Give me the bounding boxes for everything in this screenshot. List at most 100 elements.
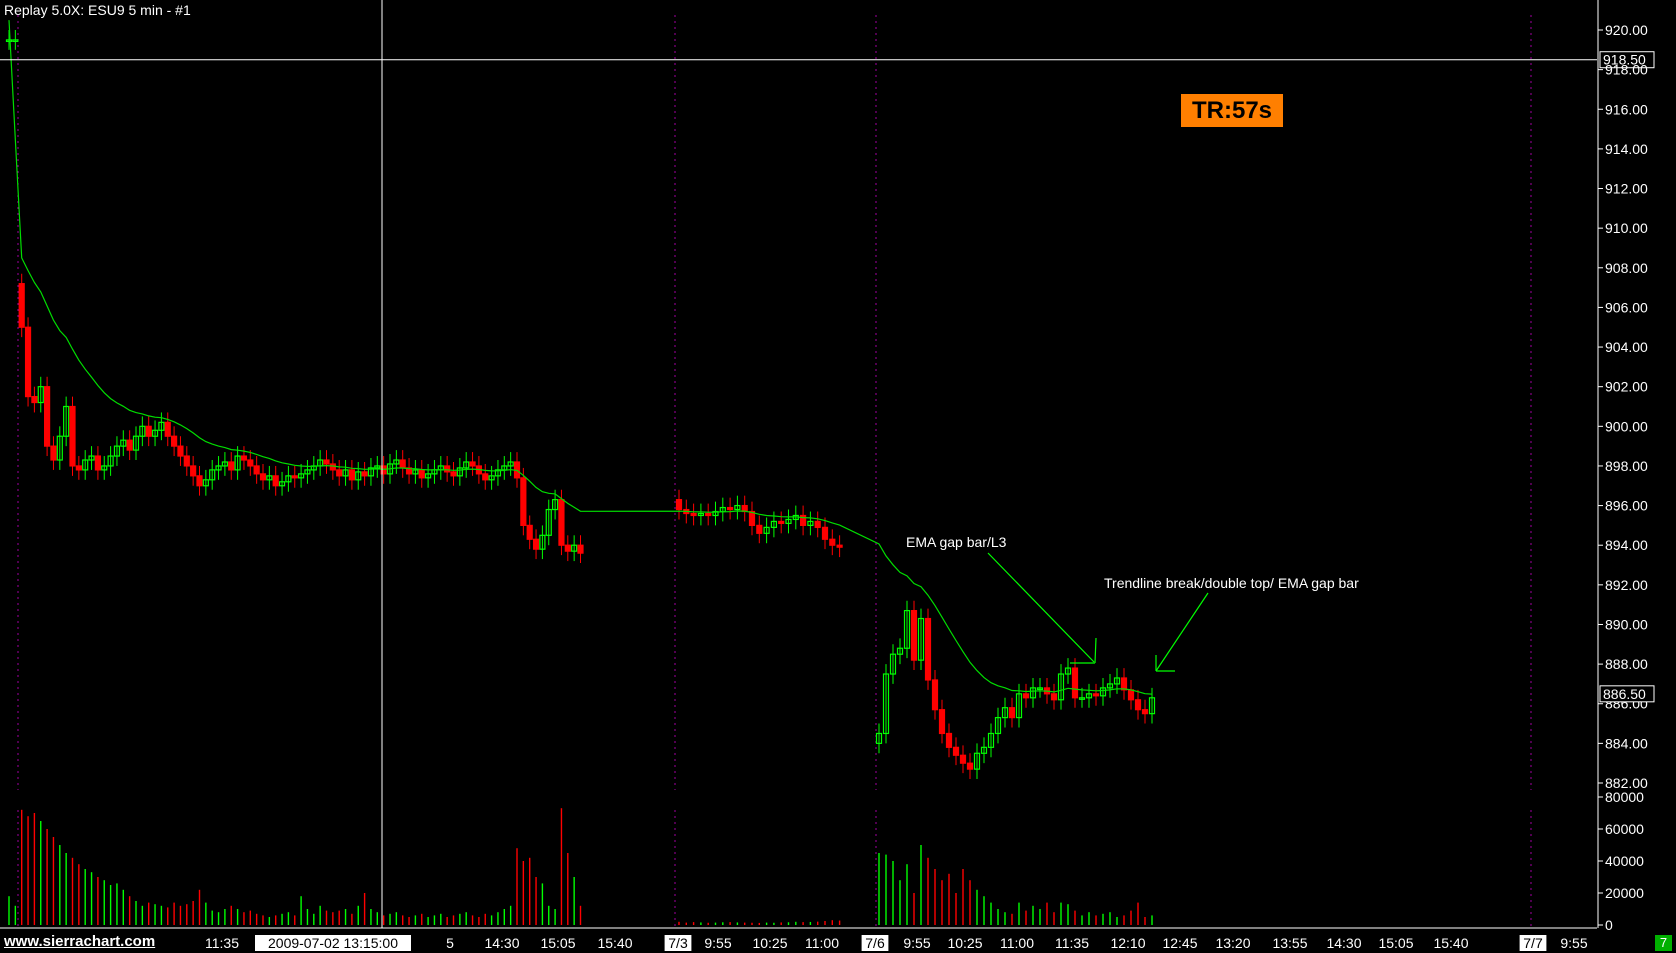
timer-badge: TR:57s [1181, 94, 1283, 127]
time-tick-label: 7/6 [865, 935, 885, 951]
price-tick-label: 900.00 [1605, 418, 1648, 434]
candle-body [1141, 709, 1149, 715]
volume-tick-label: 40000 [1605, 853, 1644, 869]
price-tick-label: 908.00 [1605, 260, 1648, 276]
candle-body [748, 510, 756, 526]
candle-body [240, 455, 248, 461]
candle-body [577, 544, 584, 554]
candle-body [348, 469, 355, 481]
time-tick-label: 10:25 [947, 935, 982, 951]
annotation-trendline: Trendline break/double top/ EMA gap bar [1104, 575, 1359, 591]
candle-body [705, 512, 712, 517]
candle-body [18, 283, 25, 328]
candle-body [69, 405, 76, 467]
brand-link[interactable]: www.sierrachart.com [0, 932, 184, 953]
candle-body [1134, 699, 1142, 711]
time-tick-label: 2009-07-02 13:15:00 [268, 935, 398, 951]
candle-body [482, 473, 489, 481]
price-tick-label: 892.00 [1605, 577, 1648, 593]
candle-body [726, 506, 734, 511]
candle-body [564, 544, 571, 552]
time-tick-label: 11:35 [205, 935, 239, 951]
candle-body [532, 538, 540, 550]
candle-body [520, 477, 527, 526]
time-tick-label: 12:10 [1110, 935, 1145, 951]
time-tick-label: 15:40 [597, 935, 632, 951]
price-tick-label: 906.00 [1605, 299, 1648, 315]
price-tick-label: 898.00 [1605, 458, 1648, 474]
time-tick-label: 10:25 [752, 935, 787, 951]
candle-body [399, 459, 406, 469]
candle-body [821, 526, 829, 540]
time-tick-label: 12:45 [1162, 935, 1197, 951]
volume-tick-label: 80000 [1605, 789, 1644, 805]
time-tick-label: 13:55 [1272, 935, 1307, 951]
price-tick-label: 896.00 [1605, 498, 1648, 514]
candle-body [323, 459, 330, 465]
candle-body [450, 471, 457, 477]
time-tick-label: 14:30 [484, 935, 519, 951]
candle-body [94, 455, 102, 471]
candle-body [945, 732, 953, 748]
time-tick-label: 15:05 [540, 935, 575, 951]
candle-body [558, 499, 565, 546]
candle-body [938, 709, 946, 735]
time-tick-label: 11:35 [1055, 935, 1089, 951]
price-tick-label: 918.00 [1605, 62, 1648, 78]
candle-body [43, 386, 51, 447]
chart-title: Replay 5.0X: ESU9 5 min - #1 [4, 2, 191, 18]
candle-body [329, 463, 336, 471]
candle-body [829, 538, 836, 546]
candle-body [31, 395, 38, 404]
candle-body [259, 473, 267, 481]
candle-body [444, 465, 451, 473]
time-tick-label: 14:30 [1326, 935, 1361, 951]
time-tick-label: 9:55 [1560, 935, 1587, 951]
price-tick-label: 884.00 [1605, 735, 1648, 751]
candle-body [836, 544, 843, 548]
candle-body [336, 469, 343, 477]
candle-body [196, 475, 203, 487]
last-price-label: 886.50 [1603, 686, 1646, 702]
candle-body [931, 679, 939, 711]
candle-body [675, 499, 683, 511]
time-tick-label: 7/3 [668, 935, 688, 951]
candle-body [966, 762, 974, 770]
price-chart[interactable]: Replay 5.0X: ESU9 5 min - #1 918.50 920.… [0, 0, 1676, 953]
candle-body [1127, 689, 1135, 701]
annotation-ema-gap: EMA gap bar/L3 [906, 534, 1007, 550]
candle-body [272, 475, 279, 487]
price-tick-label: 904.00 [1605, 339, 1648, 355]
candle-body [469, 461, 476, 467]
candle-body [177, 445, 184, 457]
price-tick-label: 888.00 [1605, 656, 1648, 672]
candle-body [75, 465, 82, 471]
candle-body [145, 425, 152, 437]
time-tick-label: 9:55 [704, 935, 731, 951]
time-tick-label: 7/7 [1523, 935, 1543, 951]
candle-body [171, 435, 178, 447]
candle-body [183, 455, 190, 467]
candle-body [1120, 677, 1128, 691]
price-tick-label: 914.00 [1605, 141, 1648, 157]
candle-body [291, 475, 298, 479]
candle-body [1071, 667, 1079, 699]
price-tick-label: 894.00 [1605, 537, 1648, 553]
volume-tick-label: 20000 [1605, 885, 1644, 901]
candle-body [50, 445, 57, 461]
candle-body [253, 465, 260, 475]
candle-body [1022, 693, 1030, 699]
time-tick-label: 11:00 [1000, 935, 1034, 951]
price-tick-label: 916.00 [1605, 101, 1648, 117]
candle-body [959, 754, 967, 764]
candle-body [164, 421, 171, 437]
time-tick-label: 5 [446, 935, 454, 951]
candle-body [361, 471, 368, 477]
candle-body [418, 469, 425, 479]
candle-body [1092, 693, 1100, 697]
candle-body [228, 461, 235, 471]
candle-body [1008, 707, 1016, 719]
volume-tick-label: 0 [1605, 917, 1613, 933]
candle-body [690, 512, 697, 517]
candle-body [1050, 693, 1058, 701]
